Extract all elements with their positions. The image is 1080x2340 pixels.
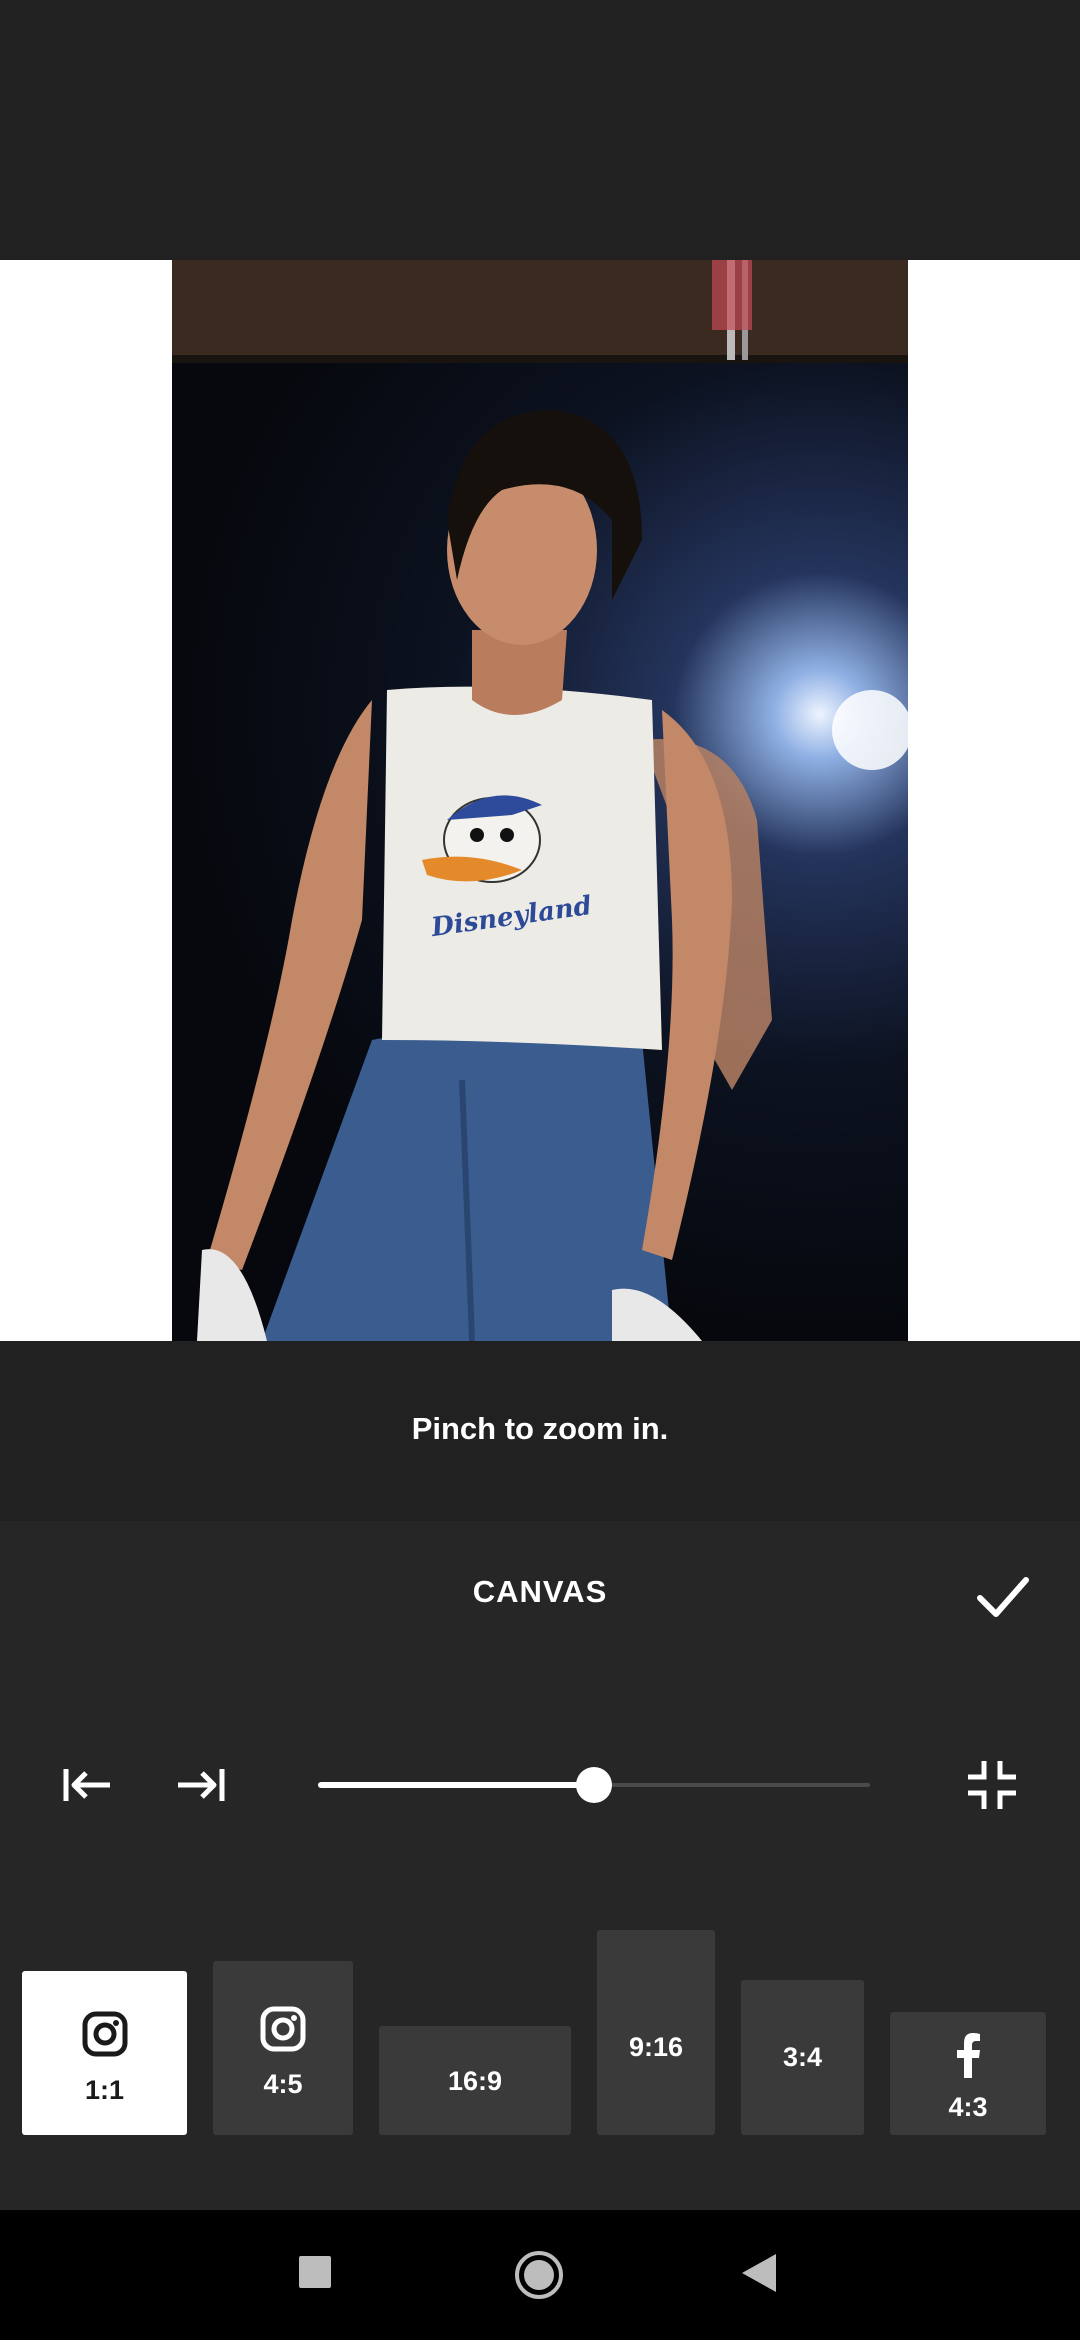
ratio-4-5[interactable]: 4:5 [213,1961,353,2135]
slider-thumb[interactable] [576,1767,612,1803]
size-slider[interactable] [318,1762,870,1808]
collapse-icon[interactable] [962,1755,1022,1815]
align-left-icon[interactable] [58,1755,118,1815]
ratio-label: 9:16 [628,2032,684,2062]
ratio-16-9[interactable]: 16:9 [379,2026,571,2135]
ratio-label: 16:9 [447,2066,503,2096]
facebook-icon [957,2033,980,2078]
ratio-1-1[interactable]: 1:1 [22,1971,187,2135]
ratio-label: 1:1 [84,2075,125,2105]
recents-square-icon[interactable] [299,2256,331,2293]
ratio-label: 3:4 [782,2042,823,2072]
ratio-label: 4:3 [948,2092,988,2122]
system-nav-bar [0,2210,1080,2340]
check-icon[interactable] [970,1563,1036,1629]
canvas-area[interactable]: Disneyland [0,260,1080,1341]
align-right-icon[interactable] [170,1755,230,1815]
pinch-hint-text: Pinch to zoom in. [411,1411,669,1446]
panel-title: CANVAS [472,1574,608,1609]
instagram-icon [260,2006,306,2052]
slider-fill [318,1782,594,1788]
ratio-label: 4:5 [263,2069,303,2099]
photo-illustration: Disneyland [172,260,908,1341]
ratio-9-16[interactable]: 9:16 [597,1930,715,2135]
top-bar [0,0,1080,260]
ratio-4-3[interactable]: 4:3 [890,2012,1046,2135]
ratio-3-4[interactable]: 3:4 [741,1980,864,2135]
edited-photo[interactable]: Disneyland [172,260,908,1341]
home-circle-icon[interactable] [514,2250,564,2305]
hint-bar: Pinch to zoom in. [0,1341,1080,1521]
back-triangle-icon[interactable] [742,2254,776,2297]
instagram-icon [82,2011,128,2057]
